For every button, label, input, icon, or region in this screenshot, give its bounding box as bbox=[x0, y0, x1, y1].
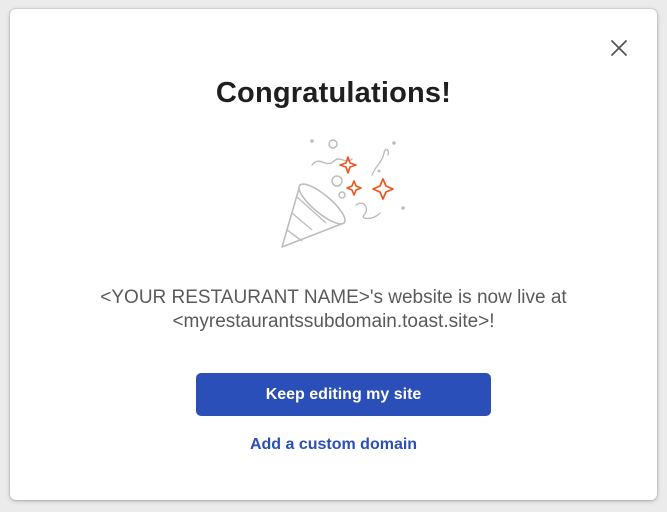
close-icon[interactable] bbox=[610, 39, 628, 57]
party-popper-icon bbox=[281, 139, 405, 248]
keep-editing-button[interactable]: Keep editing my site bbox=[196, 373, 491, 416]
close-button[interactable] bbox=[606, 35, 632, 61]
dialog-title: Congratulations! bbox=[215, 77, 452, 109]
add-custom-domain-link[interactable]: Add a custom domain bbox=[10, 436, 657, 454]
message-line-2: <myrestaurantssubdomain.toast.site>! bbox=[172, 311, 495, 332]
congratulations-dialog: Congratulations! <YOUR RESTAURANT NAME>'… bbox=[10, 9, 657, 500]
message-line-1: <YOUR RESTAURANT NAME>'s website is now … bbox=[100, 287, 567, 308]
success-message: <YOUR RESTAURANT NAME>'s website is now … bbox=[10, 286, 657, 334]
